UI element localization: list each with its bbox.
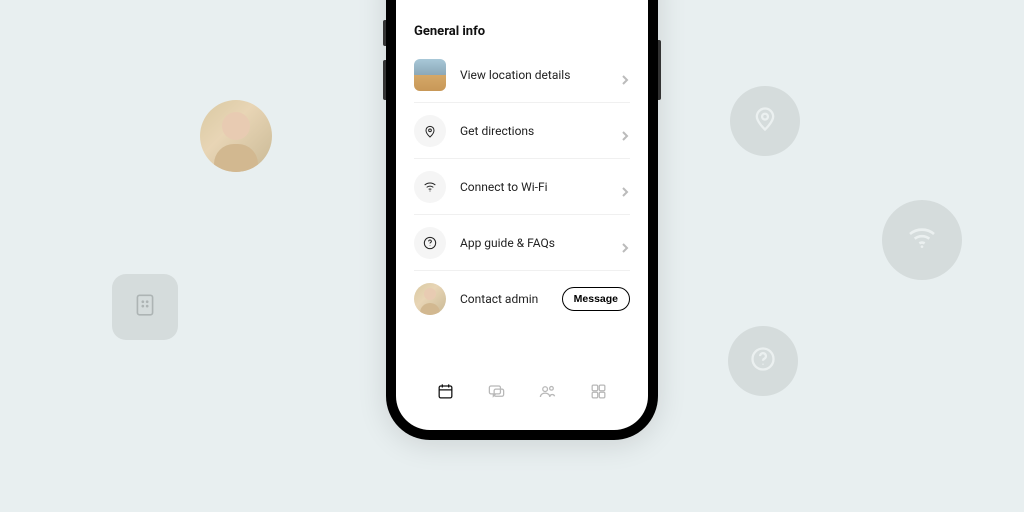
help-icon [749, 345, 777, 377]
decorative-wifi-circle [882, 200, 962, 280]
chevron-right-icon [620, 238, 630, 248]
message-button[interactable]: Message [562, 287, 630, 311]
chevron-right-icon [620, 182, 630, 192]
row-connect-wifi[interactable]: Connect to Wi-Fi [414, 159, 630, 215]
row-contact-admin: Contact admin Message [414, 271, 630, 327]
grid-icon [589, 382, 608, 405]
chevron-right-icon [620, 126, 630, 136]
row-label: App guide & FAQs [460, 236, 620, 250]
keypad-icon [132, 292, 158, 322]
people-icon [538, 382, 557, 405]
tab-apps[interactable] [579, 382, 619, 405]
tab-people[interactable] [528, 382, 568, 405]
row-view-location[interactable]: View location details [414, 47, 630, 103]
decorative-help-circle [728, 326, 798, 396]
admin-avatar [414, 283, 446, 315]
chevron-right-icon [620, 70, 630, 80]
pin-icon [414, 115, 446, 147]
row-label: Connect to Wi-Fi [460, 180, 620, 194]
help-icon [414, 227, 446, 259]
calendar-icon [436, 382, 455, 405]
phone-mockup: General info View location details Get d… [386, 0, 658, 440]
wifi-icon [906, 222, 938, 258]
row-get-directions[interactable]: Get directions [414, 103, 630, 159]
location-photo-icon [414, 59, 446, 91]
chat-icon [487, 382, 506, 405]
row-label: Contact admin [460, 292, 562, 306]
phone-side-button [383, 60, 386, 100]
tab-chat[interactable] [477, 382, 517, 405]
row-label: Get directions [460, 124, 620, 138]
phone-side-button [658, 40, 661, 100]
row-app-guide[interactable]: App guide & FAQs [414, 215, 630, 271]
decorative-avatar [200, 100, 272, 172]
section-title: General info [414, 0, 630, 47]
tab-calendar[interactable] [426, 382, 466, 405]
wifi-icon [414, 171, 446, 203]
decorative-keypad-tile [112, 274, 178, 340]
phone-screen: General info View location details Get d… [396, 0, 648, 430]
tab-bar [396, 370, 648, 430]
decorative-pin-circle [730, 86, 800, 156]
pin-icon [751, 105, 779, 137]
phone-side-button [383, 20, 386, 46]
row-label: View location details [460, 68, 620, 82]
